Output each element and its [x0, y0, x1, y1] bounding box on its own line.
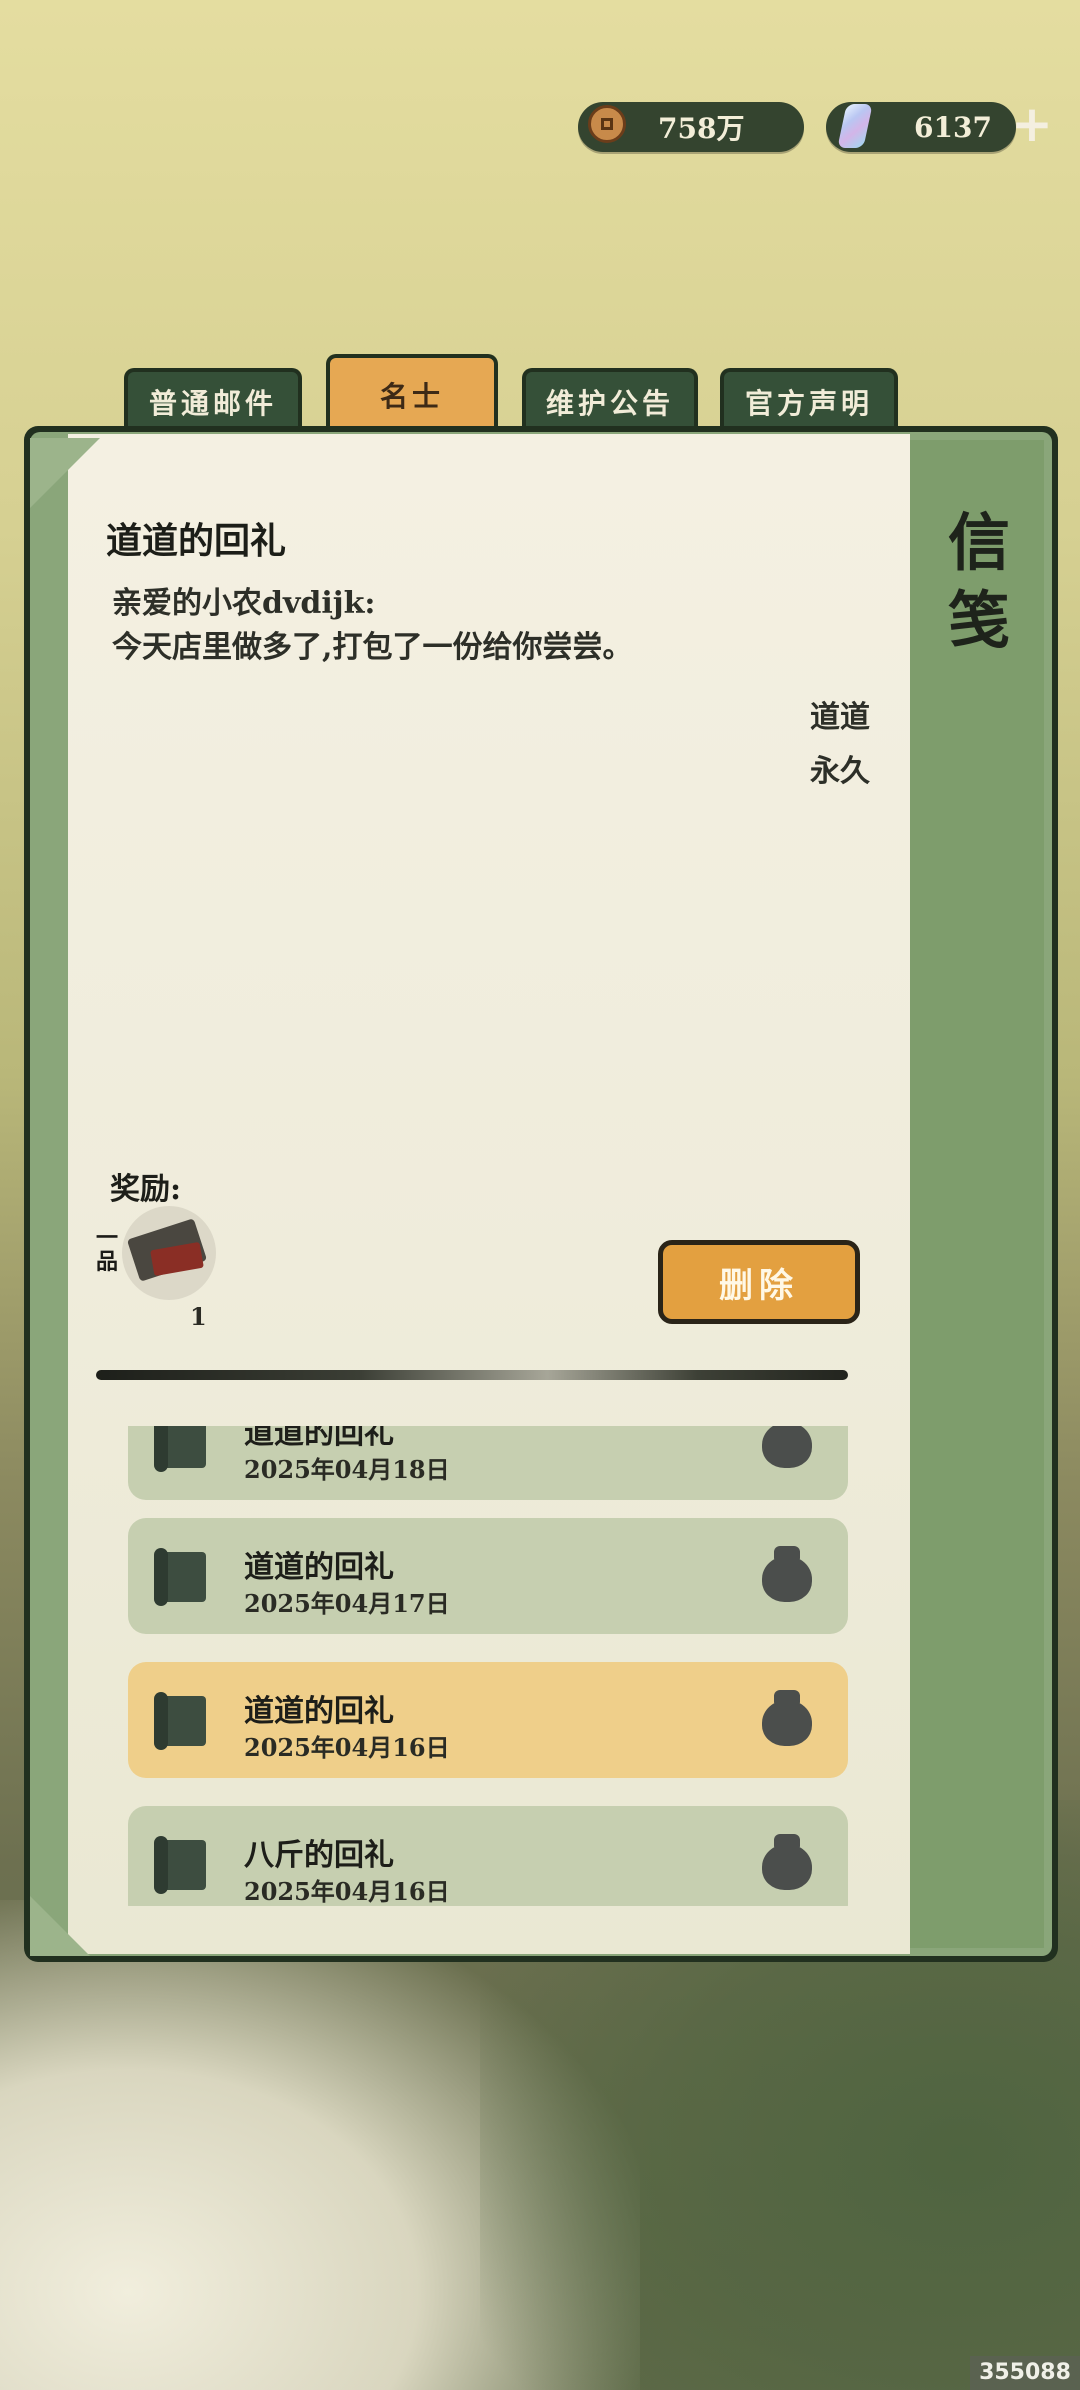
mail-greeting: 亲爱的小农dvdijk:: [112, 586, 376, 621]
list-item-selected[interactable]: 道道的回礼 2025年04月16日: [128, 1662, 848, 1778]
watermark: 355088: [970, 2356, 1080, 2390]
mail-body-text: 今天店里做多了,打包了一份给你尝尝。: [112, 630, 633, 665]
tab-official[interactable]: 官方声明: [720, 368, 898, 432]
scroll-icon: [154, 1548, 206, 1606]
gem-counter: 6137: [826, 102, 1016, 152]
gift-bag-icon: [762, 1546, 812, 1602]
gift-bag-icon: [762, 1690, 812, 1746]
coin-value: 758万: [658, 112, 745, 145]
letter-side-title-text: 信 笺: [948, 506, 1011, 657]
scroll-icon: [154, 1692, 206, 1750]
delete-button[interactable]: 删除: [658, 1240, 860, 1324]
list-item-date: 2025年04月16日: [244, 1733, 450, 1762]
list-item-title: 道道的回礼: [244, 1694, 394, 1729]
list-item-date: 2025年04月18日: [244, 1455, 450, 1484]
scroll-icon: [154, 1426, 206, 1472]
mail-sender: 道道: [810, 700, 870, 735]
list-item-title: 道道的回礼: [244, 1426, 394, 1451]
letter-side-title: 信 笺: [948, 504, 1011, 660]
list-item[interactable]: 道道的回礼 2025年04月18日: [128, 1426, 848, 1500]
tab-celebrity[interactable]: 名士: [326, 354, 498, 432]
letter-spine: [904, 440, 1044, 1948]
list-item[interactable]: 道道的回礼 2025年04月17日: [128, 1518, 848, 1634]
add-gems-button[interactable]: +: [1010, 99, 1054, 149]
reward-label: 奖励:: [110, 1172, 182, 1207]
list-item[interactable]: 八斤的回礼 2025年04月16日: [128, 1806, 848, 1906]
reward-count: 1: [190, 1302, 207, 1331]
paper-corner-top: [30, 438, 100, 508]
list-item-title: 道道的回礼: [244, 1550, 394, 1585]
scroll-icon: [154, 1836, 206, 1894]
gift-bag-icon: [762, 1834, 812, 1890]
coin-icon: [588, 105, 626, 143]
tab-normal-mail[interactable]: 普通邮件: [124, 368, 302, 432]
list-item-date: 2025年04月17日: [244, 1589, 450, 1618]
mail-title: 道道的回礼: [106, 520, 287, 562]
gem-value: 6137: [914, 110, 992, 144]
mail-list[interactable]: 道道的回礼 2025年04月18日 道道的回礼 2025年04月17日 道道的回…: [128, 1426, 848, 1906]
paper-corner-bottom: [30, 1896, 90, 1956]
mail-duration: 永久: [810, 754, 870, 789]
coin-counter: 758万: [578, 102, 804, 152]
gift-bag-icon: [762, 1426, 812, 1468]
list-item-date: 2025年04月16日: [244, 1877, 450, 1906]
gem-icon: [837, 104, 873, 148]
tab-maintenance[interactable]: 维护公告: [522, 368, 698, 432]
ink-divider: [96, 1370, 848, 1380]
reward-grade: 一品: [96, 1225, 119, 1275]
reward-item[interactable]: [122, 1206, 216, 1300]
list-item-title: 八斤的回礼: [244, 1838, 394, 1873]
